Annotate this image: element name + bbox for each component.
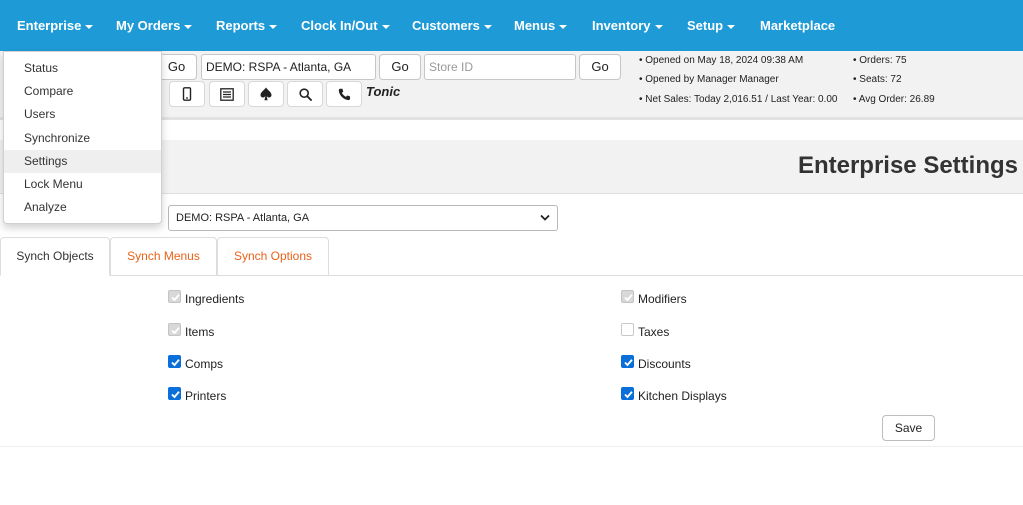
phone-icon xyxy=(338,88,350,100)
caret-down-icon xyxy=(85,24,94,29)
menu-item-users[interactable]: Users xyxy=(4,103,161,126)
tab-synch-objects[interactable]: Synch Objects xyxy=(0,237,110,276)
phone-button[interactable] xyxy=(326,81,362,107)
nav-marketplace-label: Marketplace xyxy=(760,18,836,33)
tab-synch-menus[interactable]: Synch Menus xyxy=(110,237,217,276)
comps-label: Comps xyxy=(185,357,224,371)
nav-reports[interactable]: Reports xyxy=(216,0,278,51)
modifiers-checkbox[interactable] xyxy=(621,290,634,303)
list-icon xyxy=(220,87,234,101)
menu-item-lock-menu[interactable]: Lock Menu xyxy=(4,173,161,196)
items-checkbox[interactable] xyxy=(168,323,181,336)
stat-avg-order: • Avg Order: 26.89 xyxy=(853,94,935,105)
caret-down-icon xyxy=(654,24,663,29)
check-icon xyxy=(171,359,180,367)
items-label: Items xyxy=(185,325,215,339)
caret-down-icon xyxy=(381,24,390,29)
spade-icon xyxy=(260,87,272,101)
stat-opened-by: • Opened by Manager Manager xyxy=(639,74,779,85)
nav-setup-label: Setup xyxy=(687,18,724,33)
comps-checkbox[interactable] xyxy=(168,355,181,368)
kitchen-displays-label: Kitchen Displays xyxy=(638,389,727,403)
save-button[interactable]: Save xyxy=(882,415,935,441)
store-id-input[interactable] xyxy=(424,54,576,80)
caret-down-icon xyxy=(559,24,568,29)
check-icon xyxy=(171,391,180,399)
nav-menus[interactable]: Menus xyxy=(514,0,568,51)
store-input[interactable] xyxy=(201,54,376,80)
mobile-button[interactable] xyxy=(169,81,205,107)
divider xyxy=(0,446,1023,447)
taxes-checkbox[interactable] xyxy=(621,323,634,336)
stat-opened-on: • Opened on May 18, 2024 09:38 AM xyxy=(639,55,804,66)
nav-setup[interactable]: Setup xyxy=(687,0,736,51)
check-icon xyxy=(624,294,633,302)
spade-button[interactable] xyxy=(248,81,284,107)
nav-my-orders[interactable]: My Orders xyxy=(116,0,193,51)
caret-down-icon xyxy=(727,24,736,29)
nav-clock-in-out[interactable]: Clock In/Out xyxy=(301,0,390,51)
nav-inventory[interactable]: Inventory xyxy=(592,0,663,51)
nav-enterprise-label: Enterprise xyxy=(17,18,82,33)
nav-clock-in-out-label: Clock In/Out xyxy=(301,18,378,33)
nav-customers-label: Customers xyxy=(412,18,480,33)
menu-item-settings[interactable]: Settings xyxy=(4,150,161,173)
caret-down-icon xyxy=(483,24,492,29)
kitchen-displays-checkbox[interactable] xyxy=(621,387,634,400)
stat-seats: • Seats: 72 xyxy=(853,74,902,85)
ingredients-checkbox[interactable] xyxy=(168,290,181,303)
search-icon xyxy=(298,87,312,101)
menu-item-analyze[interactable]: Analyze xyxy=(4,196,161,219)
mobile-icon xyxy=(182,87,192,101)
printers-label: Printers xyxy=(185,389,227,403)
discounts-checkbox[interactable] xyxy=(621,355,634,368)
chevron-down-icon xyxy=(540,214,550,221)
modifiers-label: Modifiers xyxy=(638,292,687,306)
top-nav-bar: Enterprise My Orders Reports Clock In/Ou… xyxy=(0,0,1023,51)
discounts-label: Discounts xyxy=(638,357,691,371)
store-select-value: DEMO: RSPA - Atlanta, GA xyxy=(176,212,310,224)
menu-item-synchronize[interactable]: Synchronize xyxy=(4,127,161,150)
brand-name: Tonic xyxy=(366,84,401,99)
menu-item-compare[interactable]: Compare xyxy=(4,80,161,103)
check-icon xyxy=(624,359,633,367)
search-button[interactable] xyxy=(287,81,323,107)
nav-enterprise[interactable]: Enterprise xyxy=(17,0,94,51)
check-icon xyxy=(171,294,180,302)
check-icon xyxy=(624,391,633,399)
stat-orders: • Orders: 75 xyxy=(853,55,907,66)
nav-reports-label: Reports xyxy=(216,18,266,33)
go-button-3[interactable]: Go xyxy=(579,54,621,80)
nav-marketplace[interactable]: Marketplace xyxy=(760,0,835,51)
caret-down-icon xyxy=(269,24,278,29)
tab-synch-options[interactable]: Synch Options xyxy=(217,237,329,276)
printers-checkbox[interactable] xyxy=(168,387,181,400)
list-button[interactable] xyxy=(209,81,245,107)
nav-inventory-label: Inventory xyxy=(592,18,651,33)
nav-menus-label: Menus xyxy=(514,18,556,33)
nav-my-orders-label: My Orders xyxy=(116,18,181,33)
page-title: Enterprise Settings xyxy=(797,152,1018,179)
store-select[interactable]: DEMO: RSPA - Atlanta, GA xyxy=(168,205,558,231)
ingredients-label: Ingredients xyxy=(185,292,245,306)
menu-item-status[interactable]: Status xyxy=(4,57,161,80)
check-icon xyxy=(171,327,180,335)
go-button-2[interactable]: Go xyxy=(379,54,421,80)
go-button-1[interactable]: Go xyxy=(156,54,197,80)
nav-customers[interactable]: Customers xyxy=(412,0,492,51)
stat-net-sales: • Net Sales: Today 2,016.51 / Last Year:… xyxy=(639,94,838,105)
enterprise-dropdown-menu: Status Compare Users Synchronize Setting… xyxy=(3,51,162,224)
taxes-label: Taxes xyxy=(638,325,670,339)
caret-down-icon xyxy=(184,24,193,29)
